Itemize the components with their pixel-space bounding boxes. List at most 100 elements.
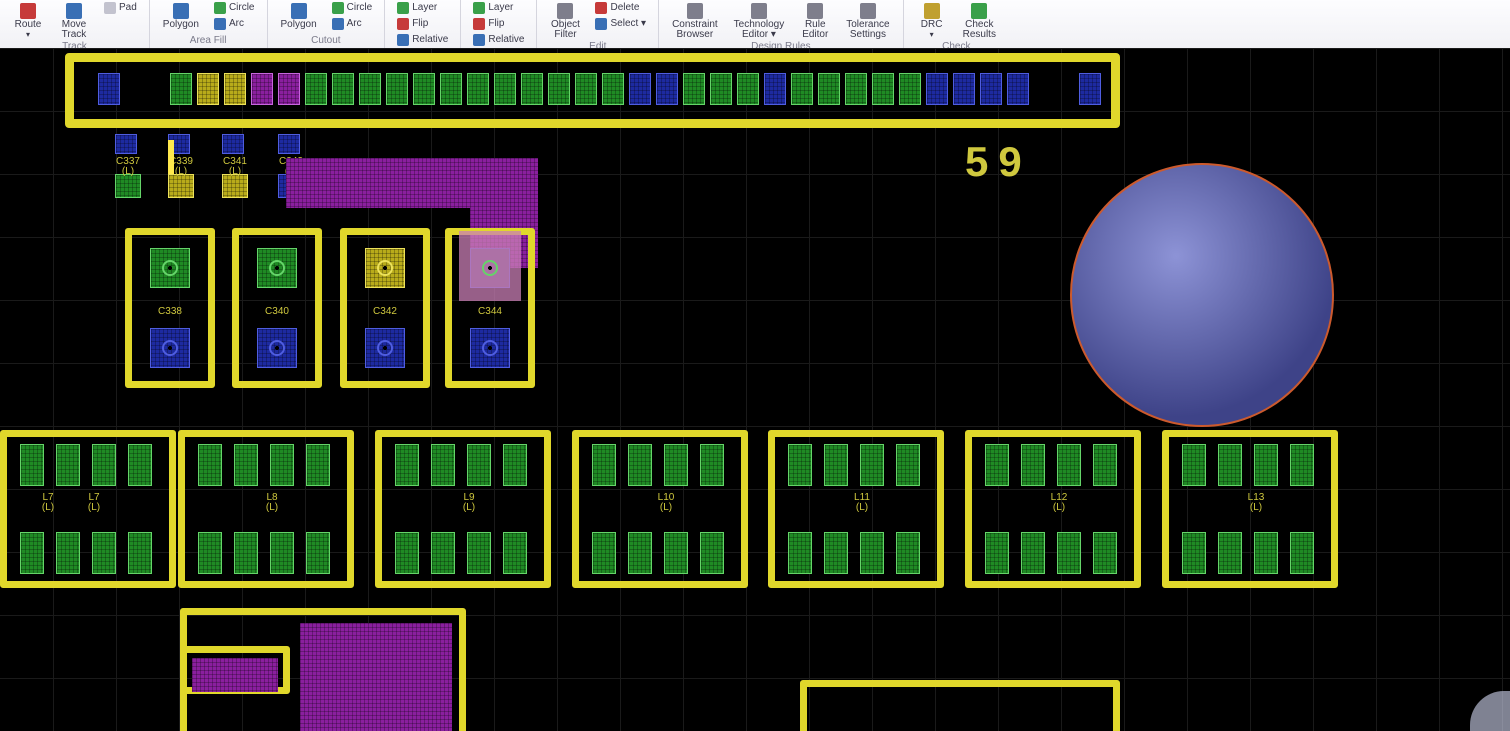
inductor-pad — [628, 532, 652, 574]
copper-pour — [300, 623, 452, 731]
cap-pad — [115, 174, 141, 198]
inductor-pad — [395, 532, 419, 574]
ribbon-label: Layer — [488, 1, 513, 15]
constraint-browser-icon — [687, 3, 703, 19]
connector-pad — [548, 73, 570, 105]
inductor-pad — [270, 444, 294, 486]
inductor-pad — [395, 444, 419, 486]
ribbon-toolbar: Route▾Move TrackPadTrackPolygonCircleArc… — [0, 0, 1510, 49]
ribbon-label: Flip — [488, 17, 504, 31]
silkscreen-label: C341 — [218, 156, 252, 167]
connector-pad — [251, 73, 273, 105]
cap-pad — [278, 134, 300, 154]
ribbon-label: Technology Editor ▾ — [734, 20, 785, 40]
inductor-pad — [1290, 444, 1314, 486]
dup-layer-button[interactable]: Layer — [469, 0, 528, 16]
areafill-arc-button[interactable]: Arc — [210, 16, 259, 32]
inductor-pad — [824, 444, 848, 486]
dup-relative-button[interactable]: Relative — [469, 32, 528, 48]
inductor-pad — [503, 444, 527, 486]
check-results-button[interactable]: Check Results — [958, 0, 1001, 41]
inductor-pad — [56, 532, 80, 574]
move-track-button[interactable]: Move Track — [54, 0, 94, 41]
inductor-pad — [664, 532, 688, 574]
ribbon-label: Delete — [610, 1, 639, 15]
rule-editor-button[interactable]: Rule Editor — [795, 0, 835, 41]
via — [269, 340, 285, 356]
via — [377, 340, 393, 356]
ribbon-group-label: Cutout — [276, 35, 377, 48]
move-layer-icon — [397, 2, 409, 14]
inductor-pad — [20, 444, 44, 486]
ribbon-label: Pad — [119, 1, 137, 15]
pcb-canvas[interactable]: C337(L)C339(L)C341(L)C343(L)C338C340C342… — [0, 48, 1510, 731]
inductor-pad — [467, 444, 491, 486]
inductor-pad — [628, 444, 652, 486]
mounting-hole — [1070, 163, 1334, 427]
component-outline — [800, 680, 1120, 731]
ribbon-label: Object Filter — [551, 20, 580, 40]
move-relative-button[interactable]: Relative — [393, 32, 452, 48]
via — [162, 340, 178, 356]
inductor-pad — [896, 444, 920, 486]
group-cutout: Polygon Circle Arc Cutout — [268, 0, 386, 48]
connector-pad — [629, 73, 651, 105]
route-icon — [20, 3, 36, 19]
ribbon-label: Circle — [229, 1, 255, 15]
move-relative-icon — [397, 34, 409, 46]
move-layer-button[interactable]: Layer — [393, 0, 452, 16]
pad-button[interactable]: Pad — [100, 0, 141, 16]
cap-pad — [168, 174, 194, 198]
connector-pad — [1007, 73, 1029, 105]
areafill-polygon-icon — [173, 3, 189, 19]
inductor-pad — [985, 532, 1009, 574]
tolerance-settings-button[interactable]: Tolerance Settings — [841, 0, 894, 41]
select-button[interactable]: Select ▾ — [591, 16, 650, 32]
connector-pad — [467, 73, 489, 105]
drc-button[interactable]: DRC▾ — [912, 0, 952, 41]
move-flip-icon — [397, 18, 409, 30]
cap-pad — [222, 134, 244, 154]
ribbon-label: DRC — [921, 20, 943, 30]
cutout-arc-button[interactable]: Arc — [328, 16, 377, 32]
inductor-pad — [700, 532, 724, 574]
inductor-pad — [198, 532, 222, 574]
connector-pad — [737, 73, 759, 105]
connector-pad — [197, 73, 219, 105]
move-flip-button[interactable]: Flip — [393, 16, 452, 32]
inductor-pad — [788, 532, 812, 574]
cutout-circle-button[interactable]: Circle — [328, 0, 377, 16]
inductor-pad — [1093, 444, 1117, 486]
inductor-pad — [1254, 444, 1278, 486]
silkscreen-label: C337 — [111, 156, 145, 167]
dup-flip-button[interactable]: Flip — [469, 16, 528, 32]
ribbon-label: Arc — [347, 17, 362, 31]
ribbon-label: Flip — [412, 17, 428, 31]
dropdown-indicator-icon: ▾ — [930, 30, 934, 40]
connector-pad — [413, 73, 435, 105]
inductor-pad — [860, 444, 884, 486]
object-filter-button[interactable]: Object Filter — [545, 0, 585, 41]
route-button[interactable]: Route▾ — [8, 0, 48, 41]
dup-layer-icon — [473, 2, 485, 14]
connector-pad — [494, 73, 516, 105]
connector-pad — [305, 73, 327, 105]
cap-pad — [222, 174, 248, 198]
object-filter-icon — [557, 3, 573, 19]
cutout-polygon-button[interactable]: Polygon — [276, 0, 322, 31]
connector-pad — [602, 73, 624, 105]
constraint-browser-button[interactable]: Constraint Browser — [667, 0, 723, 41]
inductor-pad — [234, 444, 258, 486]
areafill-polygon-button[interactable]: Polygon — [158, 0, 204, 31]
inductor-pad — [1093, 532, 1117, 574]
inductor-pad — [1182, 444, 1206, 486]
connector-pad — [170, 73, 192, 105]
ribbon-label: Circle — [347, 1, 373, 15]
areafill-circle-button[interactable]: Circle — [210, 0, 259, 16]
rule-editor-icon — [807, 3, 823, 19]
technology-editor-icon — [751, 3, 767, 19]
technology-editor-button[interactable]: Technology Editor ▾ — [729, 0, 790, 41]
delete-button[interactable]: Delete — [591, 0, 650, 16]
inductor-pad — [56, 444, 80, 486]
dropdown-indicator-icon: ▾ — [26, 30, 30, 40]
